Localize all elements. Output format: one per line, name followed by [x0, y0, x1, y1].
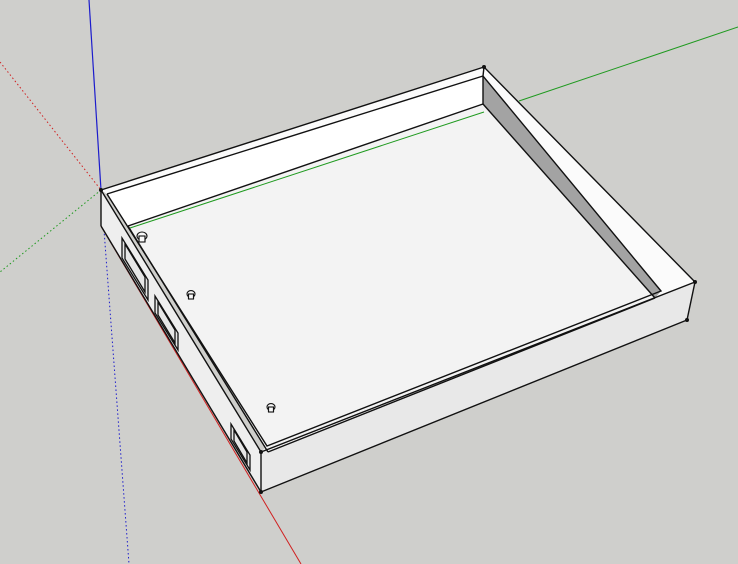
green-axis-solid-outer — [518, 26, 738, 102]
green-axis-dotted — [0, 189, 102, 273]
standoff-3[interactable] — [266, 403, 276, 413]
standoff-2[interactable] — [186, 290, 196, 300]
standoff-1[interactable] — [136, 231, 148, 243]
3d-viewport[interactable] — [0, 0, 738, 564]
blue-axis-solid — [88, 0, 102, 191]
red-axis-dotted — [0, 61, 102, 191]
model-canvas[interactable] — [0, 0, 738, 564]
